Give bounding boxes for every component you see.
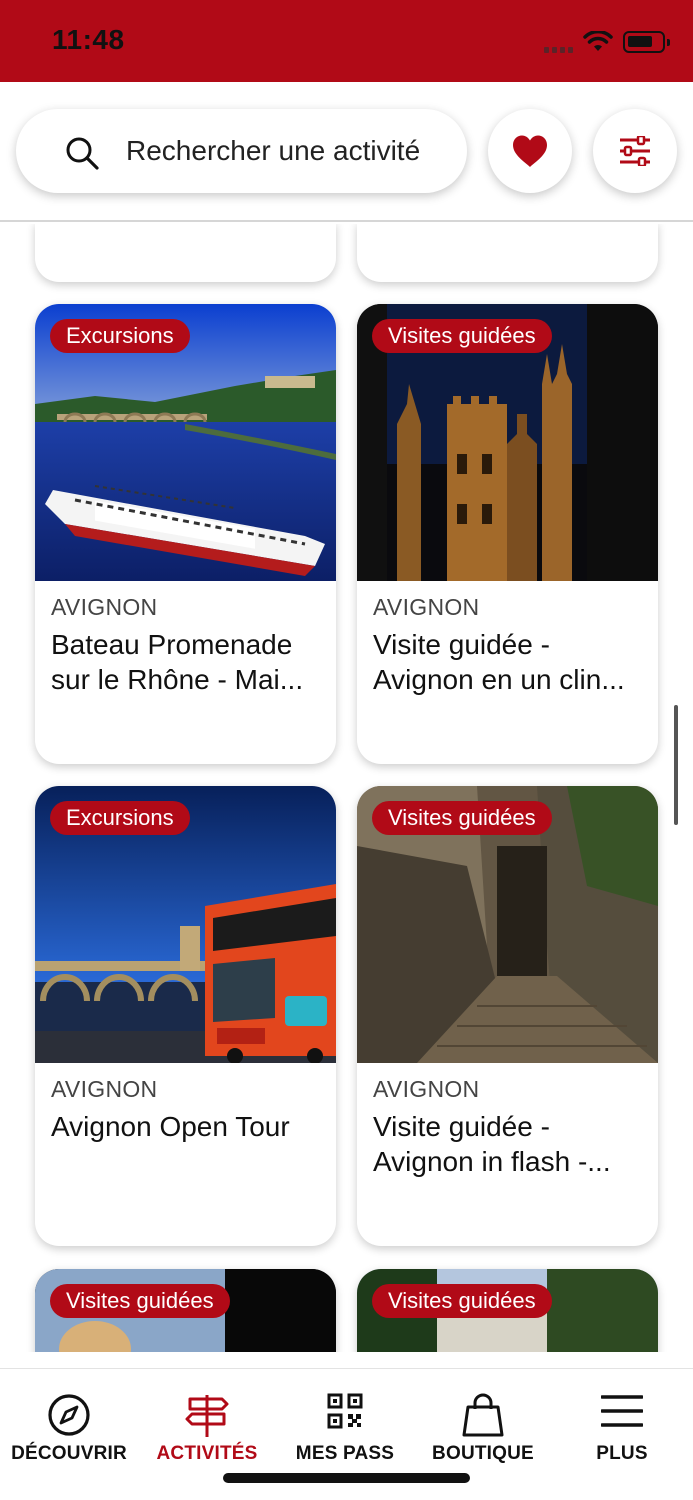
card-city: AVIGNON [51, 1076, 158, 1102]
status-time: 11:48 [52, 24, 125, 55]
signpost-icon [185, 1395, 229, 1437]
card-title: Bateau Promenade sur le Rhône - Mai... [51, 629, 304, 695]
wifi-icon [583, 31, 613, 51]
search-bar[interactable] [16, 109, 467, 193]
activity-card[interactable]: Visites guidées AVIGNON Visite guidée - … [357, 304, 658, 764]
nav-label: PLUS [596, 1443, 648, 1464]
status-bar: 11:48 [0, 0, 693, 82]
nav-activites[interactable]: ACTIVITÉS [138, 1369, 276, 1469]
category-tag: Visites guidées [372, 1284, 552, 1318]
category-tag: Excursions [50, 801, 190, 835]
card-title: Avignon Open Tour [51, 1111, 290, 1142]
card-city: AVIGNON [51, 594, 158, 620]
nav-plus[interactable]: PLUS [553, 1369, 691, 1469]
filters-button[interactable] [593, 109, 677, 193]
activity-card[interactable]: Excursions AVIGNON Avignon Open Tour [35, 786, 336, 1246]
activity-card[interactable] [357, 224, 658, 282]
category-tag: Visites guidées [372, 801, 552, 835]
activity-card[interactable] [35, 224, 336, 282]
category-tag: Visites guidées [372, 319, 552, 353]
heart-icon [513, 135, 547, 167]
search-header [0, 82, 693, 222]
card-title: Visite guidée - Avignon in flash -... [373, 1111, 611, 1177]
activities-grid[interactable]: Excursions AVIGNON Bateau Promenade sur … [0, 224, 693, 1352]
category-tag: Visites guidées [50, 1284, 230, 1318]
activity-image: Visites guidées [35, 1269, 336, 1352]
card-title: Visite guidée - Avignon en un clin... [373, 629, 625, 695]
menu-icon [601, 1395, 643, 1427]
activity-image: Excursions [35, 786, 336, 1063]
nav-label: BOUTIQUE [432, 1443, 534, 1464]
activity-image: Excursions [35, 304, 336, 581]
activity-card[interactable]: Visites guidées AVIGNON Visite guidée - … [357, 786, 658, 1246]
nav-decouvrir[interactable]: DÉCOUVRIR [0, 1369, 138, 1469]
battery-icon [623, 31, 670, 53]
nav-boutique[interactable]: BOUTIQUE [414, 1369, 552, 1469]
search-icon [66, 137, 99, 170]
category-tag: Excursions [50, 319, 190, 353]
activity-image: Visites guidées [357, 1269, 658, 1352]
shopping-bag-icon [462, 1393, 504, 1437]
nav-label: ACTIVITÉS [156, 1443, 258, 1464]
activity-image: Visites guidées [357, 786, 658, 1063]
status-icons [544, 28, 670, 56]
compass-icon [48, 1394, 90, 1436]
nav-label: MES PASS [295, 1443, 395, 1464]
qr-code-icon [327, 1393, 363, 1429]
cellular-signal-icon [544, 31, 573, 53]
search-input[interactable] [126, 129, 456, 173]
card-city: AVIGNON [373, 1076, 480, 1102]
nav-label: DÉCOUVRIR [11, 1443, 127, 1464]
sliders-icon [620, 136, 650, 166]
activity-card[interactable]: Visites guidées [357, 1269, 658, 1352]
activity-image: Visites guidées [357, 304, 658, 581]
activity-card[interactable]: Excursions AVIGNON Bateau Promenade sur … [35, 304, 336, 764]
favorites-button[interactable] [488, 109, 572, 193]
scrollbar[interactable] [674, 705, 678, 825]
card-city: AVIGNON [373, 594, 480, 620]
home-indicator[interactable] [223, 1473, 470, 1483]
nav-mes-pass[interactable]: MES PASS [276, 1369, 414, 1469]
activity-card[interactable]: Visites guidées [35, 1269, 336, 1352]
